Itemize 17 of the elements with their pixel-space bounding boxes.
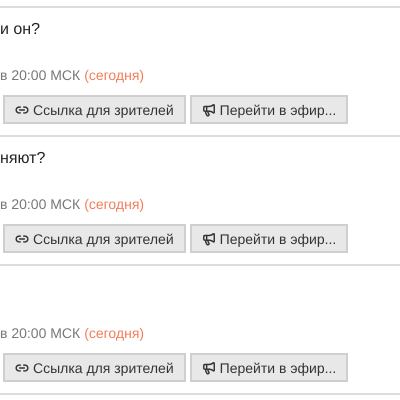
viewer-link-button[interactable]: Ссылка для зрителей [3, 95, 186, 124]
viewer-link-button[interactable]: Ссылка для зрителей [3, 353, 186, 382]
broadcast-day: (сегодня) [84, 324, 144, 342]
broadcast-time: в 20:00 МСК [0, 66, 80, 84]
broadcast-title: няют? [0, 150, 46, 167]
go-live-button[interactable]: Перейти в эфир... [190, 95, 348, 124]
broadcast-time: в 20:00 МСК [0, 324, 80, 342]
viewer-link-button[interactable]: Ссылка для зрителей [3, 224, 186, 253]
megaphone-icon [202, 102, 216, 116]
go-live-button[interactable]: Перейти в эфир... [190, 353, 348, 382]
broadcast-day: (сегодня) [84, 66, 144, 84]
megaphone-icon [202, 360, 216, 374]
go-live-button[interactable]: Перейти в эфир... [190, 224, 348, 253]
broadcast-title: и он? [0, 21, 40, 38]
broadcast-time: в 20:00 МСК [0, 195, 80, 213]
megaphone-icon [202, 232, 216, 246]
broadcast-day: (сегодня) [84, 195, 144, 213]
